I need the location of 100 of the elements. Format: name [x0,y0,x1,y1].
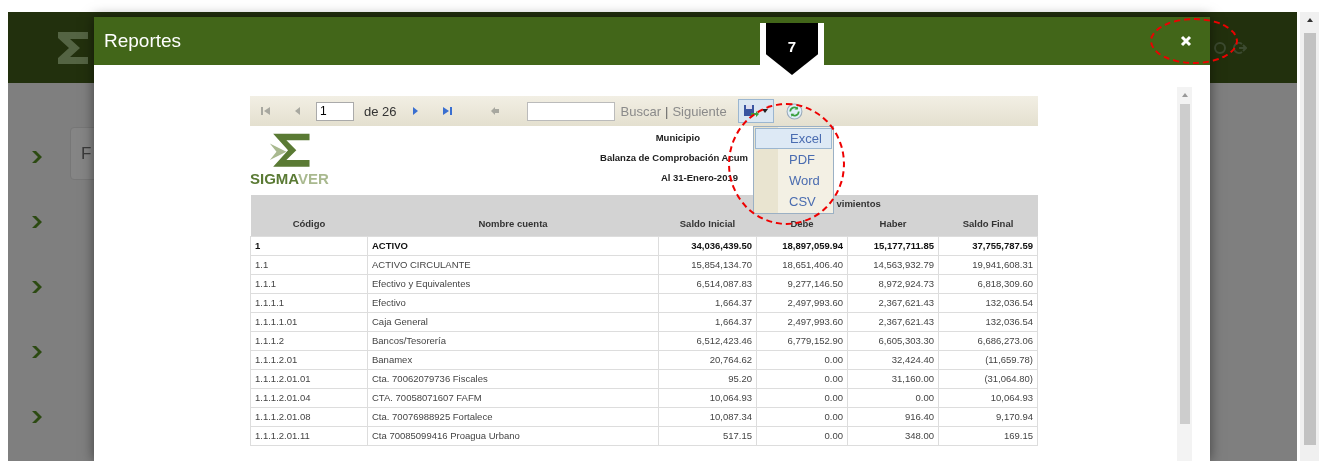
report-title-line: Al 31-Enero-2019 [660,172,738,183]
table-cell: 18,651,406.40 [756,255,848,274]
column-header: Haber [847,212,939,236]
table-cell: 10,064.93 [658,388,757,407]
table-cell: 0.00 [756,350,848,369]
table-cell: 1,664.37 [658,312,757,331]
table-cell: 1.1.1.1 [250,293,368,312]
table-cell: 1.1.1.2.01 [250,350,368,369]
table-cell: ACTIVO [367,236,659,255]
table-cell: 0.00 [756,407,848,426]
table-cell: Efectivo [367,293,659,312]
table-cell: 31,160.00 [847,369,939,388]
table-cell: Cta. 70062079736 Fiscales [367,369,659,388]
chevron-icon[interactable] [31,409,43,425]
table-cell: 10,064.93 [938,388,1038,407]
table-cell: 6,514,087.83 [658,274,757,293]
table-cell: 0.00 [756,426,848,445]
table-cell: 1.1.1.2.01.04 [250,388,368,407]
table-cell: Cta 70085099416 Proagua Urbano [367,426,659,445]
table-cell: 2,497,993.60 [756,312,848,331]
page-number-field[interactable]: 1 [316,101,354,121]
table-cell: 9,170.94 [938,407,1038,426]
table-cell: 916.40 [847,407,939,426]
report-title-line: Municipio [655,132,700,143]
chevron-icon[interactable] [31,279,43,295]
table-cell: CTA. 70058071607 FAFM [367,388,659,407]
last-page-icon[interactable] [440,105,453,117]
menu-item[interactable]: PDF [755,149,832,170]
table-cell: (11,659.78) [938,350,1038,369]
table-cell: 2,367,621.43 [847,293,939,312]
table-cell: 18,897,059.94 [756,236,848,255]
table-cell: 19,941,608.31 [938,255,1038,274]
table-cell: Caja General [367,312,659,331]
table-cell: 0.00 [756,369,848,388]
table-cell: 1.1.1.2 [250,331,368,350]
dialog-title: Reportes [104,30,182,52]
table-cell: (31,064.80) [938,369,1038,388]
table-cell: Efectivo y Equivalentes [367,274,659,293]
table-cell: 1 [250,236,368,255]
separator: | [665,103,669,119]
table-cell: 1.1.1.2.01.08 [250,407,368,426]
chevron-icon[interactable] [31,214,43,230]
menu-item[interactable]: Word [755,170,832,191]
caret-icon [761,109,768,113]
column-header: Código [250,212,368,236]
report-title-line: Balanza de Comprobación Acum [599,152,748,163]
column-header: Saldo Inicial [658,212,757,236]
logout-icon[interactable] [1233,40,1247,55]
table-cell: 2,367,621.43 [847,312,939,331]
table-cell: 132,036.54 [938,293,1038,312]
table-cell: 9,277,146.50 [756,274,848,293]
table-cell: Cta. 70076988925 Fortalece [367,407,659,426]
table-cell: 14,563,932.79 [847,255,939,274]
table-cell: 6,605,303.30 [847,331,939,350]
table-cell: 8,972,924.73 [847,274,939,293]
table-cell: 1.1.1.2.01.01 [250,369,368,388]
chevron-icon[interactable] [31,344,43,360]
table-cell: 348.00 [847,426,939,445]
table-cell: 517.15 [658,426,757,445]
chevron-icon[interactable] [31,149,43,165]
table-cell: 32,424.40 [847,350,939,369]
table-cell: 37,755,787.59 [938,236,1038,255]
table-cell: 0.00 [847,388,939,407]
table-cell: 0.00 [756,388,848,407]
card-label: F [81,143,92,164]
floppy-disk-icon [742,104,759,118]
table-cell: 169.15 [938,426,1038,445]
table-cell: 15,177,711.85 [847,236,939,255]
export-button[interactable] [737,99,774,123]
table-cell: 95.20 [658,369,757,388]
table-cell: 1.1.1.2.01.11 [250,426,368,445]
menu-item[interactable]: Excel [755,128,832,149]
table-cell: 1,664.37 [658,293,757,312]
page-scrollbar[interactable] [1300,12,1319,461]
table-cell: 6,686,273.06 [938,331,1038,350]
column-header: Nombre cuenta [367,212,659,236]
table-cell: 10,087.34 [658,407,757,426]
table-cell: 2,497,993.60 [756,293,848,312]
table-cell: 1.1 [250,255,368,274]
report-scrollbar[interactable] [1177,87,1192,461]
table-cell: 132,036.54 [938,312,1038,331]
table-cell: 1.1.1.1.01 [250,312,368,331]
table-cell: Banamex [367,350,659,369]
search-field[interactable] [526,101,615,121]
table-cell: Bancos/Tesorería [367,331,659,350]
table-cell: 20,764.62 [658,350,757,369]
table-cell: ACTIVO CIRCULANTE [367,255,659,274]
close-icon[interactable] [1180,35,1192,47]
table-cell: 34,036,439.50 [658,236,757,255]
circle-icon[interactable] [1213,40,1227,55]
refresh-icon[interactable] [785,102,803,120]
logo-text: SIGMAVER [250,170,329,187]
table-cell: 15,854,134.70 [658,255,757,274]
table-cell: 6,818,309.60 [938,274,1038,293]
table-cell: 6,512,423.46 [658,331,757,350]
table-cell: 1.1.1 [250,274,368,293]
table-cell: 6,779,152.90 [756,331,848,350]
column-header: Saldo Final [938,212,1038,236]
page-count: de 26 [364,103,397,119]
column-header: Debe [756,212,848,236]
